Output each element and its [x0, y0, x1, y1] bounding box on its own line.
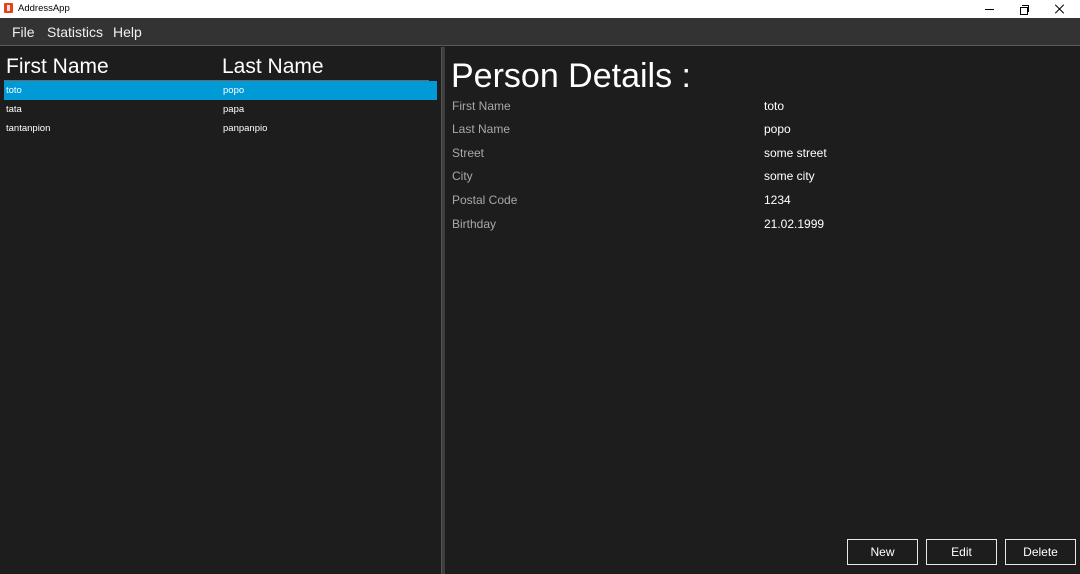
cell-first-name: toto — [6, 85, 22, 96]
table-row[interactable]: tata papa — [4, 100, 437, 119]
window-title: AddressApp — [18, 3, 70, 14]
new-button[interactable]: New — [847, 539, 918, 565]
value-last-name: popo — [764, 122, 791, 136]
table-row[interactable]: toto popo — [4, 81, 437, 100]
cell-last-name: popo — [223, 85, 245, 96]
minimize-button[interactable] — [971, 0, 1007, 18]
maximize-button[interactable] — [1006, 0, 1042, 18]
menu-bar: File Statistics Help — [0, 18, 1080, 46]
value-city: some city — [764, 169, 815, 183]
app-icon — [4, 3, 13, 13]
column-header-last-name[interactable]: Last Name — [222, 55, 324, 79]
menu-help[interactable]: Help — [113, 24, 142, 40]
person-details-panel: Person Details : First Name toto Last Na… — [445, 47, 1080, 574]
label-last-name: Last Name — [452, 122, 511, 136]
value-postal-code: 1234 — [764, 193, 791, 207]
close-button[interactable] — [1042, 0, 1078, 18]
label-city: City — [452, 169, 473, 183]
cell-last-name: panpanpio — [223, 123, 268, 134]
menu-statistics[interactable]: Statistics — [47, 24, 103, 40]
minimize-icon — [984, 8, 994, 10]
cell-first-name: tata — [6, 104, 22, 115]
label-birthday: Birthday — [452, 217, 497, 231]
restore-icon — [1020, 5, 1029, 15]
window-title-bar: AddressApp — [0, 0, 1080, 18]
cell-first-name: tantanpion — [6, 123, 51, 134]
cell-last-name: papa — [223, 104, 245, 115]
edit-button[interactable]: Edit — [926, 539, 997, 565]
value-birthday: 21.02.1999 — [764, 217, 825, 231]
label-postal-code: Postal Code — [452, 193, 518, 207]
label-first-name: First Name — [452, 99, 511, 113]
value-first-name: toto — [764, 99, 785, 113]
person-table: First Name Last Name toto popo tata papa… — [0, 47, 441, 574]
close-icon — [1055, 4, 1065, 14]
page-title: Person Details : — [451, 57, 691, 95]
label-street: Street — [452, 146, 485, 160]
value-street: some street — [764, 146, 827, 160]
delete-button[interactable]: Delete — [1005, 539, 1076, 565]
table-row[interactable]: tantanpion panpanpio — [4, 119, 437, 138]
menu-file[interactable]: File — [12, 24, 35, 40]
column-header-first-name[interactable]: First Name — [6, 55, 109, 79]
